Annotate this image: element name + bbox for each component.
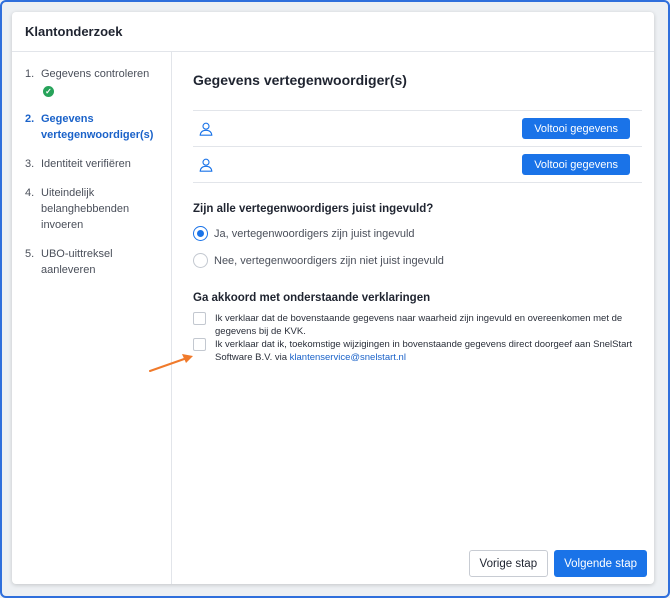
step-sidebar: 1. Gegevens controleren ✓ 2. Gegevens ver…	[12, 52, 172, 584]
wizard-footer: Vorige stap Volgende stap	[468, 550, 647, 577]
declaration-text: Ik verklaar dat ik, toekomstige wijzigin…	[215, 339, 633, 363]
radio-button[interactable]	[193, 226, 208, 241]
declaration-2: Ik verklaar dat ik, toekomstige wijzigin…	[193, 338, 642, 364]
representative-list: Voltooi gegevens Voltooi gegevens	[193, 110, 642, 183]
step-number: 3.	[25, 158, 35, 170]
step-number: 2.	[25, 113, 35, 125]
step-label: Identiteit verifiëren	[41, 158, 131, 170]
question-title: Zijn alle vertegenwoordigers juist ingev…	[193, 203, 434, 215]
next-step-button[interactable]: Volgende stap	[554, 550, 647, 577]
radio-button[interactable]	[193, 253, 208, 268]
step-2[interactable]: 2. Gegevens vertegenwoordiger(s)	[25, 111, 171, 143]
radio-option-yes[interactable]: Ja, vertegenwoordigers zijn juist ingevu…	[193, 226, 642, 241]
agreement-title: Ga akkoord met onderstaande verklaringen	[193, 292, 431, 304]
declaration-text-wrapper: Ik verklaar dat ik, toekomstige wijzigin…	[215, 338, 635, 364]
complete-details-button[interactable]: Voltooi gegevens	[522, 154, 630, 175]
declaration-checkbox[interactable]	[193, 312, 206, 325]
card-body: 1. Gegevens controleren ✓ 2. Gegevens ver…	[12, 52, 654, 584]
main-content: Gegevens vertegenwoordiger(s) Voltooi ge…	[193, 52, 642, 584]
declaration-text: Ik verklaar dat de bovenstaande gegevens…	[215, 313, 623, 337]
radio-label: Nee, vertegenwoordigers zijn niet juist …	[214, 254, 444, 267]
section-title: Gegevens vertegenwoordiger(s)	[193, 72, 407, 88]
check-circle-icon: ✓	[43, 86, 54, 97]
radio-label: Ja, vertegenwoordigers zijn juist ingevu…	[214, 227, 415, 240]
step-4[interactable]: 4. Uiteindelijk belanghebbenden invoeren	[25, 185, 171, 233]
step-number: 4.	[25, 187, 35, 199]
step-1[interactable]: 1. Gegevens controleren ✓	[25, 66, 171, 98]
representative-row: Voltooi gegevens	[193, 111, 642, 147]
step-label: UBO-uittreksel aanleveren	[41, 248, 113, 276]
card-header: Klantonderzoek	[12, 12, 654, 52]
page-title: Klantonderzoek	[25, 24, 123, 39]
declaration-1: Ik verklaar dat de bovenstaande gegevens…	[193, 312, 642, 338]
step-5[interactable]: 5. UBO-uittreksel aanleveren	[25, 246, 171, 278]
user-icon	[199, 122, 213, 136]
step-3[interactable]: 3. Identiteit verifiëren	[25, 156, 171, 172]
step-label: Uiteindelijk belanghebbenden invoeren	[41, 187, 130, 231]
step-number: 1.	[25, 68, 35, 80]
wizard-card: Klantonderzoek 1. Gegevens controleren ✓ …	[12, 12, 654, 584]
radio-option-no[interactable]: Nee, vertegenwoordigers zijn niet juist …	[193, 253, 642, 268]
step-number: 5.	[25, 248, 35, 260]
declaration-checkbox[interactable]	[193, 338, 206, 351]
support-email-link[interactable]: klantenservice@snelstart.nl	[290, 352, 406, 363]
user-icon	[199, 158, 213, 172]
step-label: Gegevens vertegenwoordiger(s)	[41, 113, 154, 141]
complete-details-button[interactable]: Voltooi gegevens	[522, 118, 630, 139]
step-label: Gegevens controleren	[41, 68, 150, 80]
annotation-arrow-icon	[149, 354, 193, 372]
representative-row: Voltooi gegevens	[193, 147, 642, 183]
previous-step-button[interactable]: Vorige stap	[468, 550, 549, 577]
